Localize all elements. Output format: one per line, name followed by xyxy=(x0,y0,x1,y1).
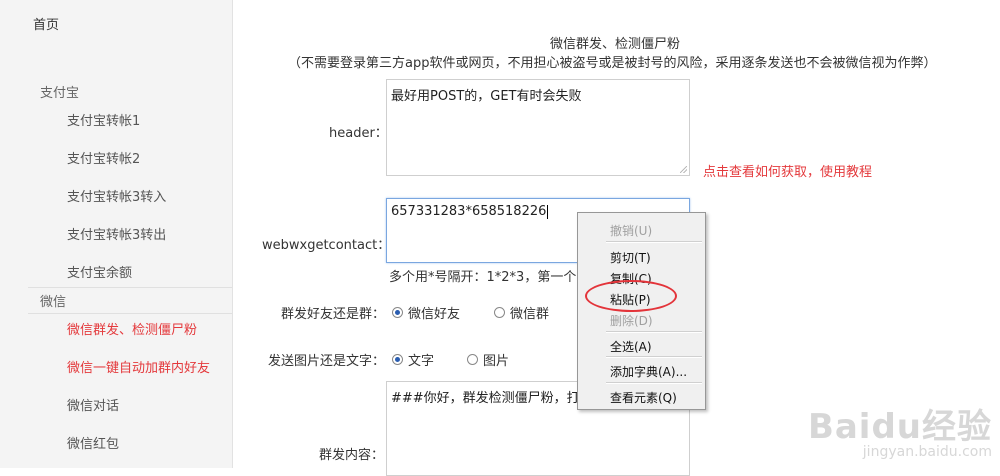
sidebar-divider xyxy=(28,313,232,314)
sidebar: 首页 支付宝 支付宝转帐1 支付宝转帐2 支付宝转帐3转入 支付宝转帐3转出 支… xyxy=(0,0,233,468)
header-label: header： xyxy=(329,126,388,141)
text-caret xyxy=(547,204,549,219)
sidebar-item-alipay-transfer-2[interactable]: 支付宝转帐2 xyxy=(67,148,140,167)
radio-unselected-icon xyxy=(467,354,478,365)
menu-separator xyxy=(606,356,702,358)
content-label: 群发内容： xyxy=(319,448,385,463)
radio-wechat-friends-label: 微信好友 xyxy=(408,307,461,322)
sidebar-group-wechat: 微信 xyxy=(40,295,67,310)
menu-item-inspect-element[interactable]: 查看元素(Q) xyxy=(578,386,705,406)
menu-separator xyxy=(606,382,702,384)
type-label: 发送图片还是文字： xyxy=(268,354,386,369)
sidebar-item-alipay-transfer-3-out[interactable]: 支付宝转帐3转出 xyxy=(67,224,166,243)
menu-separator xyxy=(606,331,702,333)
radio-selected-icon xyxy=(392,307,403,318)
radio-image-label: 图片 xyxy=(483,354,510,369)
radio-wechat-group-label: 微信群 xyxy=(510,307,550,322)
content-textarea-value: ###你好，群发检测僵尸粉，打扰 xyxy=(391,391,593,406)
context-menu: 撤销(U) 剪切(T) 复制(C) 粘贴(P) 删除(D) 全选(A) 添加字典… xyxy=(577,212,706,410)
menu-item-paste[interactable]: 粘贴(P) xyxy=(578,288,705,308)
menu-item-copy[interactable]: 复制(C) xyxy=(578,267,705,287)
menu-item-delete[interactable]: 删除(D) xyxy=(578,309,705,329)
header-textarea[interactable]: 最好用POST的，GET有时会失败 xyxy=(386,79,690,176)
contact-label: webwxgetcontact： xyxy=(262,238,391,253)
sidebar-divider xyxy=(28,287,232,288)
sidebar-item-wechat-red-packet[interactable]: 微信红包 xyxy=(67,433,119,452)
radio-text[interactable]: 文字 xyxy=(392,350,434,369)
menu-item-undo[interactable]: 撤销(U) xyxy=(578,219,705,239)
radio-selected-icon xyxy=(392,354,403,365)
resize-grip-icon[interactable] xyxy=(680,166,687,173)
sidebar-item-alipay-transfer-1[interactable]: 支付宝转帐1 xyxy=(67,110,140,129)
target-label: 群发好友还是群： xyxy=(281,307,386,322)
sidebar-item-wechat-auto-add-friends[interactable]: 微信一键自动加群内好友 xyxy=(67,357,210,376)
radio-wechat-group[interactable]: 微信群 xyxy=(494,303,549,322)
radio-image[interactable]: 图片 xyxy=(467,350,509,369)
sidebar-item-wechat-chat[interactable]: 微信对话 xyxy=(67,395,119,414)
radio-unselected-icon xyxy=(494,307,505,318)
sidebar-group-alipay: 支付宝 xyxy=(40,86,80,101)
menu-item-select-all[interactable]: 全选(A) xyxy=(578,335,705,355)
radio-text-label: 文字 xyxy=(408,354,435,369)
sidebar-item-alipay-balance[interactable]: 支付宝余额 xyxy=(67,262,132,281)
page-title: 微信群发、检测僵尸粉 xyxy=(550,37,681,52)
menu-separator xyxy=(606,241,702,243)
sidebar-item-wechat-mass-send[interactable]: 微信群发、检测僵尸粉 xyxy=(67,319,197,338)
radio-wechat-friends[interactable]: 微信好友 xyxy=(392,303,460,322)
header-textarea-value: 最好用POST的，GET有时会失败 xyxy=(391,89,582,104)
menu-item-add-to-dictionary[interactable]: 添加字典(A)... xyxy=(578,360,705,380)
menu-item-cut[interactable]: 剪切(T) xyxy=(578,246,705,266)
contact-hint: 多个用*号隔开：1*2*3，第一个s xyxy=(389,270,584,285)
help-tutorial-link[interactable]: 点击查看如何获取，使用教程 xyxy=(703,161,872,180)
sidebar-item-alipay-transfer-3-in[interactable]: 支付宝转帐3转入 xyxy=(67,186,166,205)
contact-textarea-value: 657331283*658518226 xyxy=(391,204,547,219)
baidu-jingyan-watermark: Baidu经验 jingyan.baidu.com xyxy=(808,399,992,460)
sidebar-home-link[interactable]: 首页 xyxy=(33,14,59,33)
watermark-brand: Baidu经验 xyxy=(807,407,992,447)
page-subtitle: （不需要登录第三方app软件或网页，不用担心被盗号或是被封号的风险，采用逐条发送… xyxy=(288,56,937,71)
watermark-url: jingyan.baidu.com xyxy=(862,444,992,460)
